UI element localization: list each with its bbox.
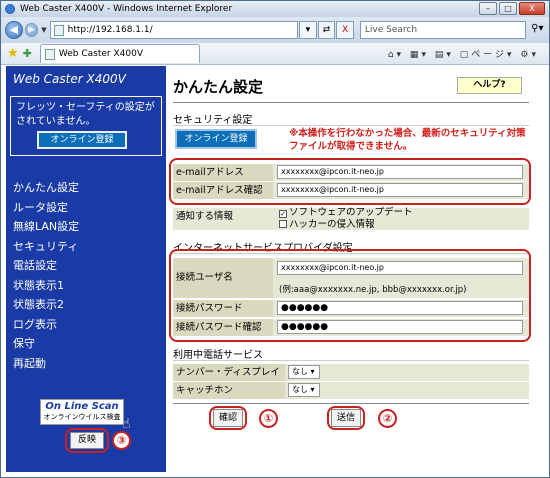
page-content: Web Caster X400V フレッツ・セーフティの設定がされていません。 … [3, 65, 547, 476]
sidebar-item-status1[interactable]: 状態表示1 [6, 276, 166, 296]
notice-box: フレッツ・セーフティの設定がされていません。 オンライン登録 [10, 96, 162, 156]
step-marker-1: ① [259, 409, 278, 428]
security-heading: セキュリティ設定 [173, 115, 253, 126]
hand-cursor-icon: ☝ [122, 416, 131, 432]
page-icon [53, 24, 64, 36]
notify-hacker-checkbox[interactable]: ハッカーの侵入情報 [279, 219, 375, 230]
search-input[interactable]: Live Search [359, 21, 526, 39]
url-field[interactable]: http://192.168.1.1/ [49, 21, 299, 39]
tab-label: Web Caster X400V [58, 49, 143, 59]
favorites-star-icon[interactable]: ★ [7, 46, 19, 61]
security-warning: ※本操作を行わなかった場合、最新のセキュリティ対策ファイルが取得できません。 [289, 128, 526, 152]
sidebar-item-wireless[interactable]: 無線LAN設定 [6, 217, 166, 237]
user-example: (例:aaa@xxxxxxx.ne.jp, bbb@xxxxxxx.or.jp) [279, 285, 467, 295]
sidebar-menu: かんたん設定 ルータ設定 無線LAN設定 セキュリティ 電話設定 状態表示1 状… [6, 178, 166, 373]
stop-button[interactable]: X [336, 21, 354, 39]
step-marker-2: ② [378, 409, 397, 428]
confirm-button[interactable]: 確認 [213, 409, 243, 427]
reflect-button[interactable]: 反映 [70, 432, 104, 449]
address-bar: ◀ ▶ ▼ http://192.168.1.1/ ▾ ⇄ X Live Sea… [1, 17, 549, 43]
help-button[interactable]: ヘルプ? [457, 77, 522, 94]
sidebar-item-maintenance[interactable]: 保守 [6, 334, 166, 354]
refresh-button[interactable]: ⇄ [317, 21, 336, 39]
password-field[interactable]: ●●●●●● [277, 301, 523, 315]
password-confirm-label: 接続パスワード確認 [173, 319, 273, 336]
online-scan-button[interactable]: On Line Scan オンラインウイルス検査 [40, 399, 124, 425]
favorites-bar: ★ ✚ Web Caster X400V ⌂▾ ▦▾ ▤▾ ▢ページ▾ ⚙▾ [1, 43, 549, 65]
sidebar: Web Caster X400V フレッツ・セーフティの設定がされていません。 … [6, 66, 166, 472]
notify-label: 通知する情報 [173, 208, 273, 230]
window-title: Web Caster X400V - Windows Internet Expl… [20, 4, 233, 14]
notify-software-checkbox[interactable]: ✓ ソフトウェアのアップデート [279, 207, 413, 218]
command-bar-tools[interactable]: ⌂▾ ▦▾ ▤▾ ▢ページ▾ ⚙▾ [388, 47, 539, 60]
online-scan-title: On Line Scan [45, 401, 119, 412]
forward-button[interactable]: ▶ [24, 23, 39, 37]
sidebar-item-phone[interactable]: 電話設定 [6, 256, 166, 276]
title-bar: Web Caster X400V - Windows Internet Expl… [1, 1, 549, 17]
add-favorite-icon[interactable]: ✚ [23, 47, 32, 60]
browser-window: Web Caster X400V - Windows Internet Expl… [0, 0, 550, 478]
sidebar-item-restart[interactable]: 再起動 [6, 354, 166, 374]
bottom-divider [173, 403, 529, 404]
sidebar-item-easy-setup[interactable]: かんたん設定 [6, 178, 166, 198]
security-divider [173, 125, 529, 126]
tab-page-icon [44, 48, 55, 60]
url-text: http://192.168.1.1/ [67, 25, 153, 35]
ie-logo-icon [5, 4, 15, 14]
phone-heading: 利用中電話サービス [173, 350, 263, 361]
user-field[interactable]: xxxxxxxx@ipcon.it-neo.jp [277, 261, 523, 275]
main-panel: かんたん設定 ヘルプ? セキュリティ設定 オンライン登録 ※本操作を行わなかった… [169, 65, 545, 476]
history-dropdown-icon[interactable]: ▼ [41, 26, 46, 34]
catch-select[interactable]: なし ▾ [288, 383, 320, 397]
highlight-email [169, 158, 531, 205]
step-marker-3: ③ [112, 431, 131, 450]
close-button[interactable]: X [519, 2, 545, 15]
title-divider [173, 102, 529, 103]
phone-divider [173, 360, 529, 361]
sidebar-item-log[interactable]: ログ表示 [6, 315, 166, 335]
maximize-button[interactable]: □ [499, 2, 517, 15]
sidebar-item-router[interactable]: ルータ設定 [6, 198, 166, 218]
password-confirm-field[interactable]: ●●●●●● [277, 320, 523, 334]
display-label: ナンバー・ディスプレイ [173, 364, 285, 381]
minimize-button[interactable]: – [479, 2, 497, 15]
search-button[interactable]: ⚲▾ [526, 21, 549, 39]
back-button[interactable]: ◀ [5, 21, 23, 39]
user-label: 接続ユーザ名 [173, 258, 273, 298]
catch-label: キャッチホン [173, 382, 285, 399]
send-button[interactable]: 送信 [331, 409, 361, 427]
password-label: 接続パスワード [173, 300, 273, 317]
brand-logo: Web Caster X400V [13, 72, 126, 86]
url-dropdown-button[interactable]: ▾ [299, 21, 317, 39]
sidebar-item-security[interactable]: セキュリティ [6, 237, 166, 257]
sidebar-item-status2[interactable]: 状態表示2 [6, 295, 166, 315]
sidebar-register-button[interactable]: オンライン登録 [37, 131, 127, 149]
online-scan-subtitle: オンラインウイルス検査 [43, 413, 121, 421]
display-select[interactable]: なし ▾ [288, 365, 320, 379]
browser-tab[interactable]: Web Caster X400V [39, 44, 200, 63]
notice-text: フレッツ・セーフティの設定がされていません。 [16, 102, 155, 127]
security-register-button[interactable]: オンライン登録 [175, 129, 257, 149]
page-title: かんたん設定 [173, 78, 264, 96]
